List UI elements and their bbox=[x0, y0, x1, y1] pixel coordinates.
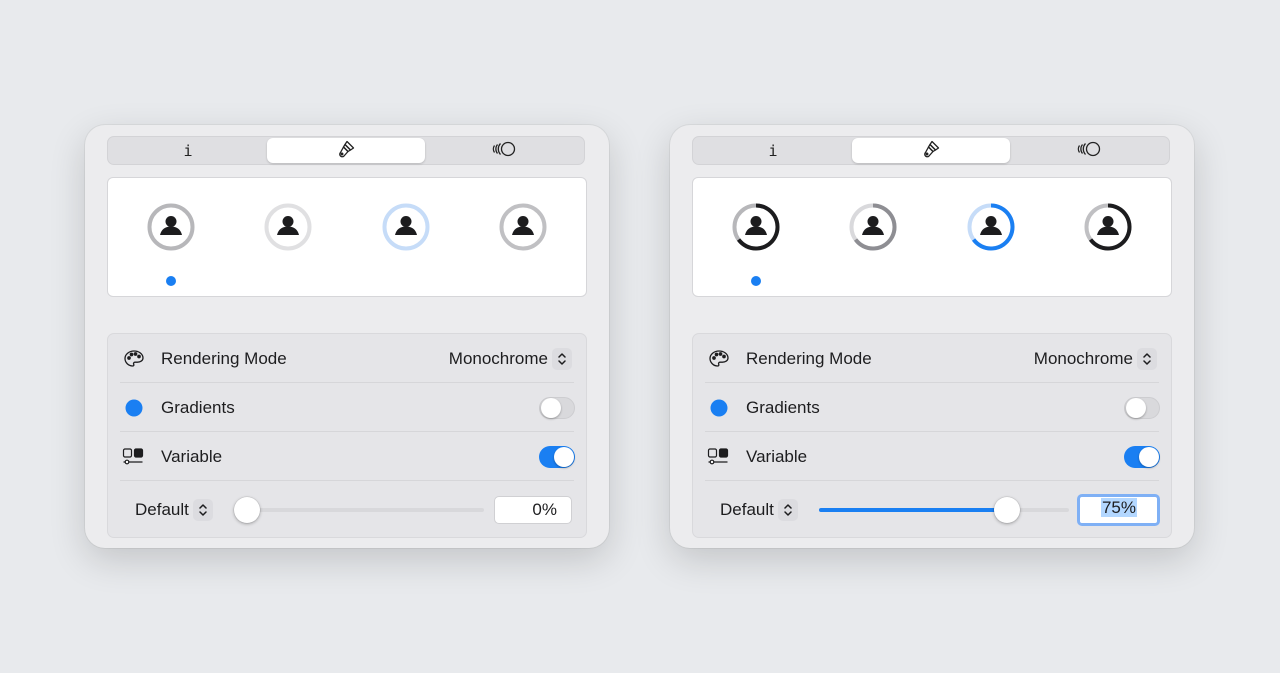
slider-thumb[interactable] bbox=[993, 497, 1020, 523]
settings-group: Rendering Mode Monochrome Gradients Vari… bbox=[692, 333, 1172, 538]
rendering-mode-row: Rendering Mode Monochrome bbox=[693, 334, 1171, 383]
person-circle-icon bbox=[732, 203, 780, 251]
info-icon: i bbox=[768, 141, 778, 160]
gradients-row: Gradients bbox=[108, 383, 586, 432]
variant-multicolor[interactable] bbox=[498, 202, 548, 252]
inspector-tab-bar: i bbox=[107, 136, 585, 165]
variable-toggle[interactable] bbox=[539, 445, 575, 468]
gradients-toggle[interactable] bbox=[539, 396, 575, 419]
info-icon: i bbox=[183, 141, 193, 160]
default-popup[interactable]: Default bbox=[720, 498, 798, 521]
variable-label: Variable bbox=[161, 446, 223, 466]
chevron-up-down-icon bbox=[192, 498, 213, 521]
variable-label: Variable bbox=[746, 446, 808, 466]
default-label: Default bbox=[135, 499, 189, 519]
person-circle-icon bbox=[849, 203, 897, 251]
color-circle-icon bbox=[122, 396, 146, 420]
chevron-up-down-icon bbox=[777, 498, 798, 521]
tab-variable[interactable] bbox=[1010, 138, 1168, 163]
variant-monochrome[interactable] bbox=[731, 202, 781, 252]
rendering-mode-value: Monochrome bbox=[1033, 348, 1133, 368]
variable-slider[interactable] bbox=[819, 497, 1069, 523]
variant-palette[interactable] bbox=[381, 202, 431, 252]
chevron-up-down-icon bbox=[1137, 347, 1157, 370]
person-circle-icon bbox=[499, 203, 547, 251]
variant-monochrome[interactable] bbox=[146, 202, 196, 252]
chevron-up-down-icon bbox=[552, 347, 572, 370]
tab-appearance[interactable] bbox=[852, 138, 1010, 163]
rendering-mode-preview bbox=[107, 177, 587, 297]
variable-value-row: Default 75% bbox=[693, 485, 1171, 534]
symbol-inspector-panel-right: i Rendering Mode Monochrome Gradients Va… bbox=[670, 125, 1194, 548]
toggle-knob bbox=[1139, 446, 1159, 467]
tab-variable[interactable] bbox=[425, 138, 583, 163]
gradients-label: Gradients bbox=[161, 397, 235, 417]
selected-variant-indicator bbox=[751, 276, 761, 286]
variant-palette[interactable] bbox=[966, 202, 1016, 252]
paintbrush-icon bbox=[921, 139, 941, 163]
person-circle-icon bbox=[147, 203, 195, 251]
variable-row: Variable bbox=[693, 432, 1171, 481]
tab-info[interactable]: i bbox=[694, 138, 852, 163]
rendering-mode-label: Rendering Mode bbox=[161, 348, 287, 368]
gradients-row: Gradients bbox=[693, 383, 1171, 432]
inspector-tab-bar: i bbox=[692, 136, 1170, 165]
variant-hierarchical[interactable] bbox=[848, 202, 898, 252]
selected-variant-indicator bbox=[166, 276, 176, 286]
gradients-label: Gradients bbox=[746, 397, 820, 417]
tab-info[interactable]: i bbox=[109, 138, 267, 163]
tab-appearance[interactable] bbox=[267, 138, 425, 163]
rendering-mode-popup[interactable]: Monochrome bbox=[1033, 347, 1157, 370]
symbol-inspector-panel-left: i Rendering Mode Monochrome Gradients Va… bbox=[85, 125, 609, 548]
variable-value-row: Default 0% bbox=[108, 485, 586, 534]
variable-waves-icon bbox=[491, 140, 517, 162]
gradients-toggle[interactable] bbox=[1124, 396, 1160, 419]
percent-field[interactable]: 75% bbox=[1077, 494, 1160, 526]
settings-group: Rendering Mode Monochrome Gradients Vari… bbox=[107, 333, 587, 538]
rendering-mode-row: Rendering Mode Monochrome bbox=[108, 334, 586, 383]
percent-value: 75% bbox=[1100, 498, 1137, 517]
variable-row: Variable bbox=[108, 432, 586, 481]
palette-icon bbox=[122, 347, 146, 371]
variable-slider[interactable] bbox=[234, 497, 484, 523]
color-circle-icon bbox=[707, 396, 731, 420]
variable-value-icon bbox=[122, 445, 146, 469]
toggle-knob bbox=[541, 397, 561, 418]
percent-value: 0% bbox=[532, 500, 557, 519]
palette-icon bbox=[707, 347, 731, 371]
default-popup[interactable]: Default bbox=[135, 498, 213, 521]
variable-value-icon bbox=[707, 445, 731, 469]
person-circle-icon bbox=[1084, 203, 1132, 251]
rendering-mode-popup[interactable]: Monochrome bbox=[448, 347, 572, 370]
rendering-mode-value: Monochrome bbox=[448, 348, 548, 368]
paintbrush-icon bbox=[336, 139, 356, 163]
row-divider bbox=[120, 480, 574, 481]
person-circle-icon bbox=[264, 203, 312, 251]
percent-field[interactable]: 0% bbox=[494, 496, 572, 524]
person-circle-icon bbox=[382, 203, 430, 251]
toggle-knob bbox=[1126, 397, 1146, 418]
default-label: Default bbox=[720, 499, 774, 519]
rendering-mode-preview bbox=[692, 177, 1172, 297]
person-circle-icon bbox=[967, 203, 1015, 251]
rendering-mode-label: Rendering Mode bbox=[746, 348, 872, 368]
toggle-knob bbox=[554, 446, 574, 467]
slider-fill bbox=[819, 508, 1007, 512]
row-divider bbox=[705, 480, 1159, 481]
variable-toggle[interactable] bbox=[1124, 445, 1160, 468]
variant-multicolor[interactable] bbox=[1083, 202, 1133, 252]
variant-hierarchical[interactable] bbox=[263, 202, 313, 252]
slider-thumb[interactable] bbox=[234, 497, 260, 523]
variable-waves-icon bbox=[1076, 140, 1102, 162]
